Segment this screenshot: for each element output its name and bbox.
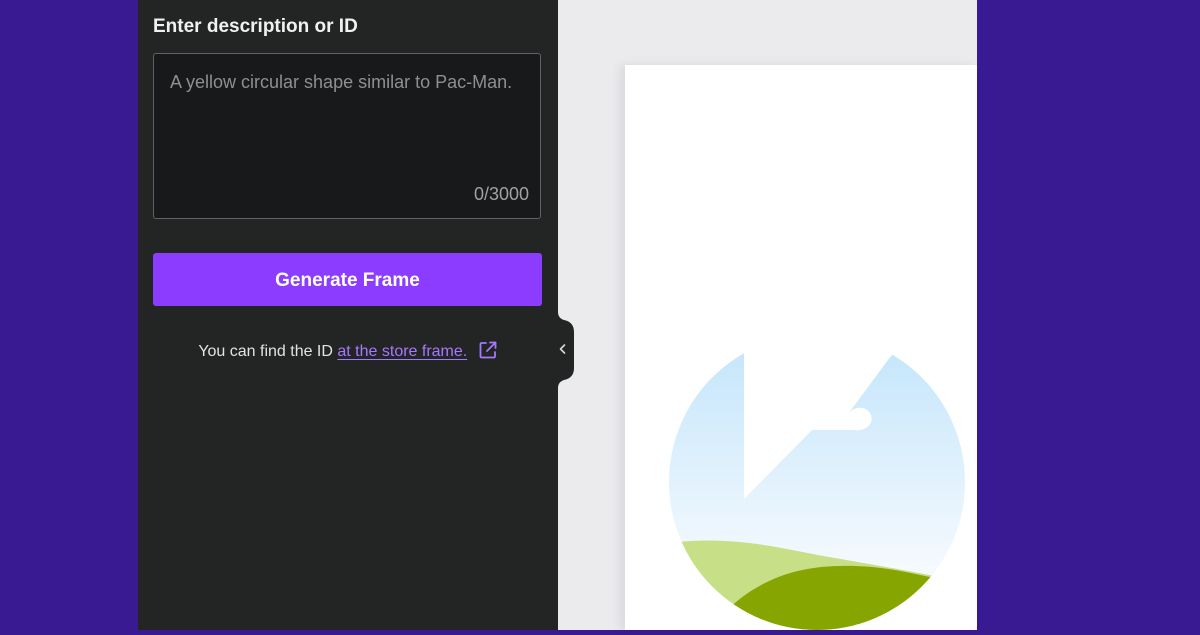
help-text: You can find the ID at the store frame. — [138, 340, 558, 363]
generate-frame-button[interactable]: Generate Frame — [153, 253, 542, 306]
description-input[interactable]: A yellow circular shape similar to Pac-M… — [153, 53, 541, 219]
description-label: Enter description or ID — [153, 16, 358, 37]
image-placeholder-icon — [669, 346, 969, 630]
side-panel: Enter description or ID A yellow circula… — [138, 0, 558, 630]
external-link-icon[interactable] — [478, 340, 498, 360]
store-frame-link[interactable]: at the store frame. — [337, 343, 467, 360]
description-placeholder: A yellow circular shape similar to Pac-M… — [170, 72, 513, 92]
frame-preview — [625, 65, 977, 630]
collapse-panel-toggle[interactable] — [558, 312, 574, 388]
help-text-prefix: You can find the ID — [198, 343, 333, 360]
character-counter: 0/3000 — [473, 184, 529, 204]
